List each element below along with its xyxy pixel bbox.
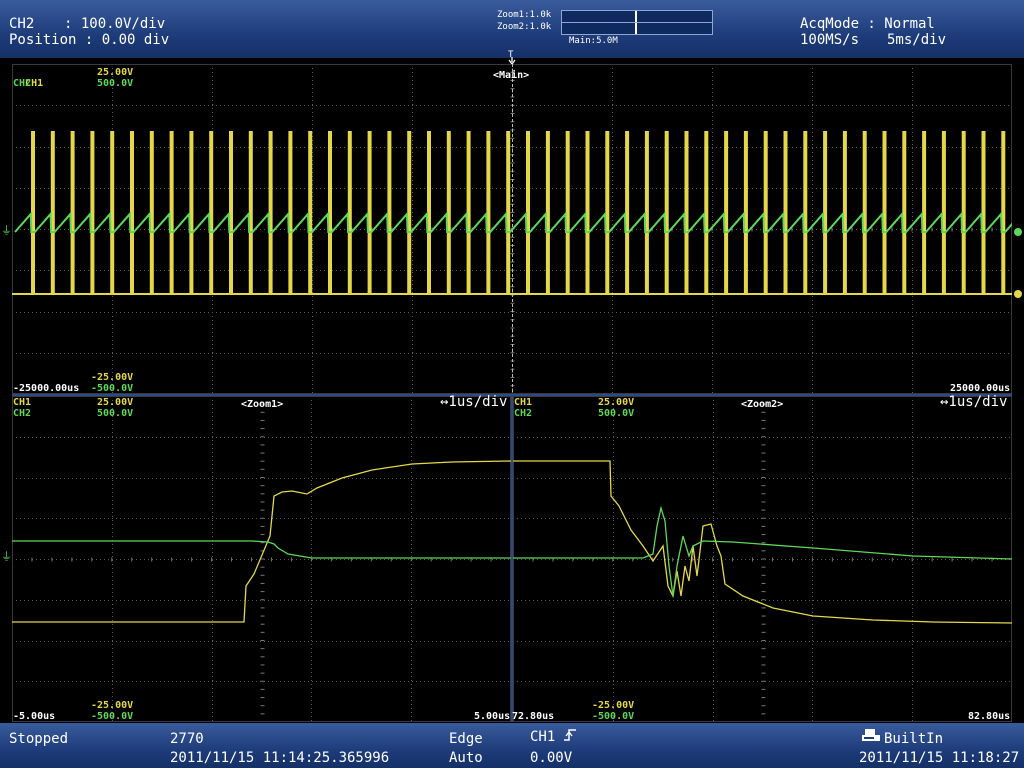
position-readout: Position : 0.00 div: [9, 32, 170, 48]
zoom2-time-left: 72.80us: [512, 711, 555, 722]
svg-text:⏚: ⏚: [1, 550, 12, 563]
svg-text:⏚: ⏚: [1, 224, 12, 237]
run-status[interactable]: Stopped: [9, 731, 68, 747]
zoom1-ch2-bottom: -500.0V: [91, 711, 134, 722]
system-clock: 2011/11/15 11:18:27: [859, 750, 1020, 766]
time-per-div: 5ms/div: [887, 32, 947, 48]
zoom1-ch1-bottom: -25.00V: [91, 700, 134, 711]
zoom1-factor: Zoom1:1.0k: [497, 10, 552, 20]
zoom2-waveform-plot: [513, 396, 1012, 722]
trigger-source[interactable]: CH1: [530, 729, 555, 745]
sample-rate: 100MS/s: [800, 32, 860, 48]
trigger-level[interactable]: 0.00V: [530, 750, 572, 766]
storage-icon[interactable]: [862, 728, 880, 742]
zoom1-ch2-scale: 500.0V: [97, 408, 134, 419]
main-waveform-plot: [12, 64, 1012, 394]
zoom1-ch2-label: CH2: [13, 408, 32, 419]
acq-count: 2770: [170, 731, 204, 747]
rising-edge-icon: [564, 729, 576, 741]
zoom2-waveform-pane[interactable]: [513, 396, 1012, 722]
zoom2-pane-title: <Zoom2>: [741, 399, 784, 410]
zoom1-marker: [635, 11, 637, 22]
zoom2-ch2-label: CH2: [514, 408, 533, 419]
ch2-level-marker-icon: [1014, 228, 1022, 236]
main-waveform-pane[interactable]: [12, 64, 1012, 394]
zoom2-marker: [635, 23, 637, 34]
ch1-level-marker-icon: [1014, 290, 1022, 298]
zoom-position-indicator: [561, 10, 713, 35]
main-time-right: 25000.00us: [950, 383, 1011, 394]
storage-device[interactable]: BuiltIn: [884, 731, 943, 747]
zoom1-time-left: -5.00us: [13, 711, 56, 722]
acq-timestamp: 2011/11/15 11:14:25.365996: [170, 750, 390, 766]
main-sample-rate: Main:5.0M: [569, 36, 618, 46]
zoom2-timebase: ↔1us/div: [940, 394, 1008, 410]
zoom2-ch1-label: CH1: [514, 397, 533, 408]
zoom1-waveform-pane[interactable]: [12, 396, 511, 722]
main-pane-title: <Main>: [493, 70, 530, 81]
zoom1-pane-title: <Zoom1>: [241, 399, 284, 410]
acq-mode: AcqMode : Normal: [800, 16, 935, 32]
zoom1-ch1-scale: 25.00V: [97, 397, 134, 408]
zoom2-time-right: 82.80us: [968, 711, 1011, 722]
channel-label: CH2: [9, 16, 35, 32]
trigger-mode[interactable]: Auto: [449, 750, 483, 766]
main-ch2-bottom: -500.0V: [91, 383, 134, 394]
svg-text:T: T: [508, 50, 514, 60]
main-ch1-bottom: -25.00V: [91, 372, 134, 383]
zoom1-timebase: ↔1us/div: [440, 394, 508, 410]
zoom2-ch2-bottom: -500.0V: [592, 711, 635, 722]
zoom2-ch1-bottom: -25.00V: [592, 700, 635, 711]
main-ch2-scale: 500.0V: [97, 78, 134, 89]
ch2-ground-marker-icon: ⏚: [1, 224, 12, 237]
zoom2-factor: Zoom2:1.0k: [497, 22, 552, 32]
zoom2-ch2-scale: 500.0V: [598, 408, 635, 419]
main-time-left: -25000.00us: [13, 383, 80, 394]
zoom1-waveform-plot: [12, 396, 511, 722]
zoom2-ch1-scale: 25.00V: [598, 397, 635, 408]
zoom-ground-marker-icon: ⏚: [1, 550, 12, 563]
zoom1-ch1-label: CH1: [13, 397, 32, 408]
ch2-trace: [513, 505, 1012, 597]
main-ch2-label: CH2: [13, 78, 32, 89]
main-ch1-scale: 25.00V: [97, 67, 134, 78]
trigger-type[interactable]: Edge: [449, 731, 483, 747]
zoom1-time-right: 5.00us: [474, 711, 511, 722]
volts-per-div: : 100.0V/div: [64, 16, 166, 32]
